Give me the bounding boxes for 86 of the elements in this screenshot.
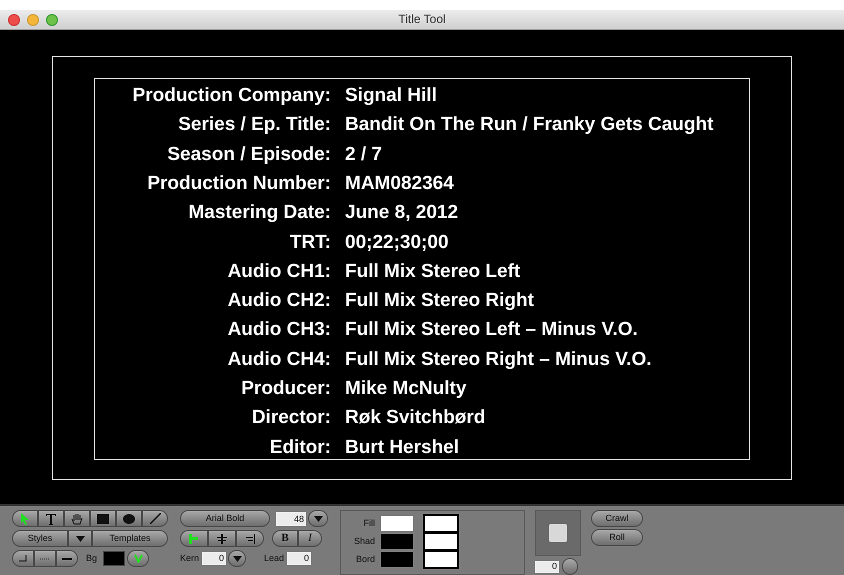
tool-button[interactable] (38, 510, 64, 527)
kern-label: Kern (180, 552, 200, 565)
text-tool-icon (45, 512, 57, 524)
align-center-icon (216, 534, 228, 544)
slate-value: Bandit On The Run / Franky Gets Caught (345, 115, 714, 134)
color-swatch[interactable] (381, 552, 413, 567)
slate-label: Director: (250, 408, 331, 428)
caret-icon (232, 556, 242, 562)
slate-value: MAM082364 (345, 174, 454, 193)
color-label: Fill (362, 516, 375, 530)
bold-button[interactable]: B (272, 530, 298, 547)
slate-value: Burt Hershel (345, 438, 460, 457)
slate-label: Audio CH2: (226, 291, 331, 310)
caret-icon (76, 536, 84, 542)
color-swatch[interactable] (425, 552, 457, 567)
slate-value: Full Mix Stereo Left – Minus V.O. (345, 320, 638, 340)
slate-label: Audio CH4: (226, 350, 331, 369)
size-dropdown[interactable] (308, 510, 328, 527)
slate-value: Full Mix Stereo Right – Minus V.O. (345, 350, 652, 369)
color-label: Bord (354, 552, 375, 566)
color-swatch[interactable] (381, 534, 413, 549)
slate-value: June 8, 2012 (345, 203, 458, 222)
ellipse-icon (123, 514, 135, 524)
slate-label: Production Company: (132, 86, 331, 106)
lead-field[interactable]: 0 (287, 552, 312, 565)
slate-value: Signal Hill (345, 86, 437, 106)
lead-label: Lead (264, 552, 284, 565)
window-title: Title Tool (398, 11, 446, 28)
align-left-icon (188, 534, 200, 544)
align-right-icon (244, 534, 256, 544)
dotted-line-button[interactable] (34, 550, 56, 567)
slate-label: Editor: (268, 438, 331, 457)
styles-button[interactable]: Styles (12, 530, 68, 547)
color-swatch[interactable] (381, 516, 413, 531)
slate-value: Full Mix Stereo Left (345, 262, 520, 281)
tool-button[interactable] (90, 510, 116, 527)
slate-value: Røk Svitchbørd (345, 408, 486, 428)
styles-dropdown[interactable] (68, 530, 92, 547)
tool-button[interactable] (12, 510, 38, 527)
slate-label: Producer: (240, 379, 331, 398)
slate-value: 00;22;30;00 (345, 232, 449, 252)
color-label: Shad (353, 534, 375, 548)
color-swatch[interactable] (425, 534, 457, 549)
bg-visible-toggle[interactable] (127, 550, 150, 567)
preview-swatch (549, 524, 567, 542)
rectangle-icon (97, 514, 109, 524)
roll-button[interactable]: Roll (591, 529, 643, 546)
slate-label: Production Number: (146, 174, 331, 193)
crawl-button[interactable]: Crawl (591, 510, 643, 527)
color-swatch[interactable] (425, 516, 457, 531)
close-icon[interactable] (8, 14, 20, 26)
corner-icon (19, 555, 27, 562)
opacity-field[interactable]: 0 (535, 560, 559, 572)
solid-line-button[interactable] (56, 550, 78, 567)
bg-label: Bg (86, 552, 98, 565)
kern-dropdown[interactable] (228, 550, 246, 567)
check-icon (134, 554, 143, 563)
tool-button[interactable] (116, 510, 142, 527)
slate-label: Audio CH3: (226, 320, 331, 340)
align-button[interactable] (208, 530, 236, 547)
slate-value: Full Mix Stereo Right (345, 291, 534, 310)
kern-field[interactable]: 0 (202, 552, 226, 565)
font-button[interactable]: Arial Bold (180, 510, 270, 527)
zoom-icon[interactable] (46, 14, 58, 26)
slate-label: Season / Episode: (166, 144, 331, 164)
slate-value: Mike McNulty (345, 379, 466, 398)
corner-line-button[interactable] (12, 550, 34, 567)
line-icon (150, 513, 160, 524)
templates-button[interactable]: Templates (92, 530, 168, 547)
bg-color-swatch[interactable] (103, 551, 126, 566)
arrow-icon (20, 512, 30, 524)
hand-icon (71, 512, 83, 524)
size-field[interactable]: 48 (276, 512, 306, 526)
align-button[interactable] (236, 530, 264, 547)
tool-button[interactable] (64, 510, 90, 527)
slate-label: TRT: (288, 232, 331, 252)
italic-button[interactable]: I (298, 530, 322, 547)
slate-label: Series / Ep. Title: (177, 115, 331, 134)
dotted-line-icon (40, 558, 50, 560)
tool-button[interactable] (142, 510, 168, 527)
slate-label: Audio CH1: (226, 262, 331, 281)
slate-label: Mastering Date: (187, 203, 331, 222)
align-button[interactable] (180, 530, 208, 547)
caret-icon (314, 516, 322, 522)
slate-value: 2 / 7 (345, 144, 382, 164)
solid-line-icon (62, 558, 72, 560)
